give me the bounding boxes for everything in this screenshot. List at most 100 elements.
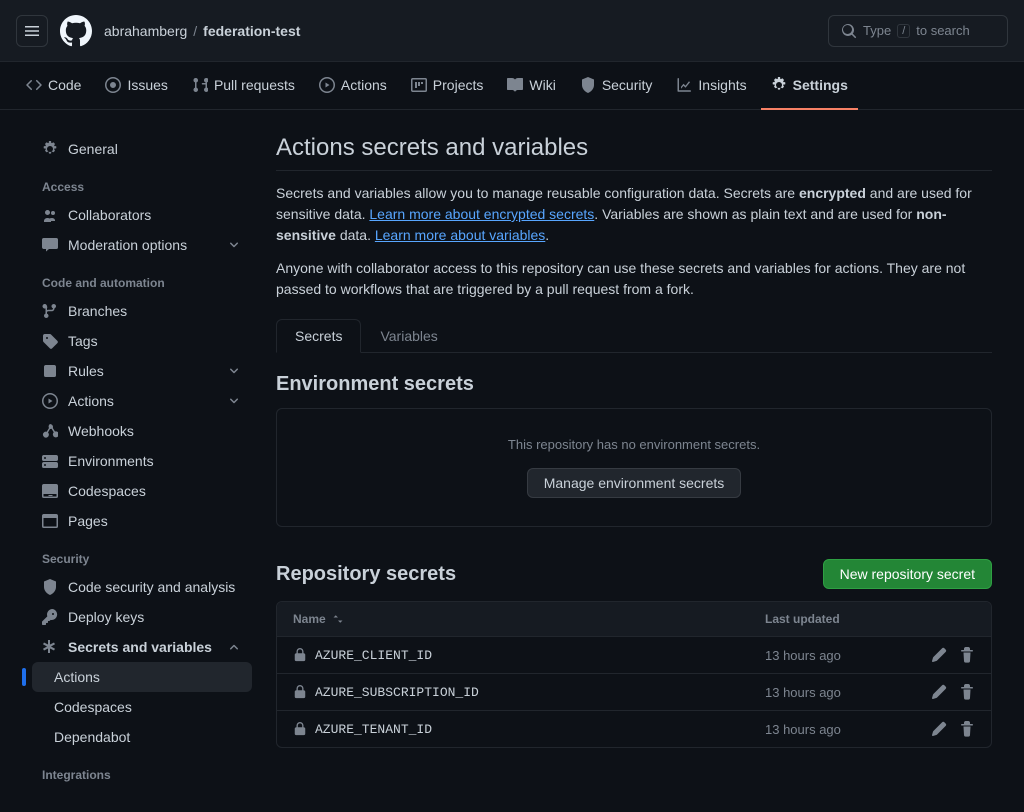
menu-icon: [24, 23, 40, 39]
gear-icon: [771, 77, 787, 93]
tag-icon: [42, 333, 58, 349]
tab-pull-requests[interactable]: Pull requests: [182, 62, 305, 110]
menu-button[interactable]: [16, 15, 48, 47]
link-encrypted-secrets[interactable]: Learn more about encrypted secrets: [369, 206, 594, 222]
sidebar-item-collaborators[interactable]: Collaborators: [32, 200, 252, 230]
breadcrumb-repo[interactable]: federation-test: [203, 23, 300, 39]
sidebar-item-general[interactable]: General: [32, 134, 252, 164]
col-name[interactable]: Name: [293, 612, 765, 626]
shield-icon: [42, 579, 58, 595]
secret-updated: 13 hours ago: [765, 722, 905, 737]
lock-icon: [293, 685, 307, 699]
sidebar-item-secrets-variables[interactable]: Secrets and variables: [32, 632, 252, 662]
tab-wiki[interactable]: Wiki: [497, 62, 565, 110]
chevron-down-icon: [226, 363, 242, 379]
settings-sidebar: General Access Collaborators Moderation …: [32, 134, 252, 788]
sidebar-item-environments[interactable]: Environments: [32, 446, 252, 476]
page-title: Actions secrets and variables: [276, 134, 992, 162]
shield-icon: [580, 77, 596, 93]
project-icon: [411, 77, 427, 93]
sidebar-item-actions[interactable]: Actions: [32, 386, 252, 416]
col-updated: Last updated: [765, 612, 905, 626]
sidebar-subitem-codespaces[interactable]: Codespaces: [32, 692, 252, 722]
secret-updated: 13 hours ago: [765, 685, 905, 700]
repo-nav: Code Issues Pull requests Actions Projec…: [0, 62, 1024, 110]
edit-secret-button[interactable]: [931, 684, 947, 700]
page-description-2: Anyone with collaborator access to this …: [276, 258, 992, 300]
sidebar-item-code-security[interactable]: Code security and analysis: [32, 572, 252, 602]
secret-name: AZURE_CLIENT_ID: [293, 648, 765, 663]
book-icon: [507, 77, 523, 93]
delete-secret-button[interactable]: [959, 721, 975, 737]
sort-icon: [332, 613, 344, 625]
tab-projects[interactable]: Projects: [401, 62, 494, 110]
table-row: AZURE_TENANT_ID 13 hours ago: [277, 710, 991, 747]
sidebar-item-tags[interactable]: Tags: [32, 326, 252, 356]
sidebar-item-branches[interactable]: Branches: [32, 296, 252, 326]
tab-settings[interactable]: Settings: [761, 62, 858, 110]
delete-secret-button[interactable]: [959, 647, 975, 663]
tab-actions[interactable]: Actions: [309, 62, 397, 110]
edit-secret-button[interactable]: [931, 721, 947, 737]
sidebar-subitem-dependabot[interactable]: Dependabot: [32, 722, 252, 752]
sidebar-item-codespaces[interactable]: Codespaces: [32, 476, 252, 506]
key-icon: [42, 609, 58, 625]
sidebar-group-security: Security: [32, 536, 252, 572]
lock-icon: [293, 722, 307, 736]
global-header: abrahamberg / federation-test Type / to …: [0, 0, 1024, 62]
asterisk-icon: [42, 639, 58, 655]
graph-icon: [676, 77, 692, 93]
lock-icon: [293, 648, 307, 662]
sidebar-item-pages[interactable]: Pages: [32, 506, 252, 536]
sidebar-item-rules[interactable]: Rules: [32, 356, 252, 386]
sidebar-item-deploy-keys[interactable]: Deploy keys: [32, 602, 252, 632]
gear-icon: [42, 141, 58, 157]
env-empty-text: This repository has no environment secre…: [305, 437, 963, 452]
table-row: AZURE_CLIENT_ID 13 hours ago: [277, 637, 991, 673]
branch-icon: [42, 303, 58, 319]
webhook-icon: [42, 423, 58, 439]
people-icon: [42, 207, 58, 223]
sidebar-subitem-actions[interactable]: Actions: [32, 662, 252, 692]
play-icon: [319, 77, 335, 93]
sidebar-item-moderation[interactable]: Moderation options: [32, 230, 252, 260]
comment-icon: [42, 237, 58, 253]
pr-icon: [192, 77, 208, 93]
code-icon: [26, 77, 42, 93]
tab-issues[interactable]: Issues: [95, 62, 177, 110]
repository-secrets-title: Repository secrets: [276, 563, 456, 586]
tab-security[interactable]: Security: [570, 62, 663, 110]
secret-updated: 13 hours ago: [765, 648, 905, 663]
tab-insights[interactable]: Insights: [666, 62, 756, 110]
table-header: Name Last updated: [277, 602, 991, 637]
issue-icon: [105, 77, 121, 93]
github-logo-icon[interactable]: [60, 15, 92, 47]
page-description-1: Secrets and variables allow you to manag…: [276, 183, 992, 246]
manage-environment-secrets-button[interactable]: Manage environment secrets: [527, 468, 742, 498]
breadcrumb: abrahamberg / federation-test: [104, 23, 300, 39]
chevron-down-icon: [226, 393, 242, 409]
new-repository-secret-button[interactable]: New repository secret: [823, 559, 992, 589]
link-variables[interactable]: Learn more about variables: [375, 227, 545, 243]
edit-secret-button[interactable]: [931, 647, 947, 663]
secret-name: AZURE_SUBSCRIPTION_ID: [293, 685, 765, 700]
environment-secrets-title: Environment secrets: [276, 373, 992, 396]
subtab-secrets[interactable]: Secrets: [276, 319, 361, 353]
server-icon: [42, 453, 58, 469]
subtab-variables[interactable]: Variables: [361, 319, 456, 353]
sidebar-group-access: Access: [32, 164, 252, 200]
search-icon: [841, 23, 857, 39]
browser-icon: [42, 513, 58, 529]
secret-name: AZURE_TENANT_ID: [293, 722, 765, 737]
repository-secrets-table: Name Last updated AZURE_CLIENT_ID 13 hou…: [276, 601, 992, 748]
search-input[interactable]: Type / to search: [828, 15, 1008, 47]
main-content: Actions secrets and variables Secrets an…: [276, 134, 992, 788]
breadcrumb-owner[interactable]: abrahamberg: [104, 23, 187, 39]
tab-code[interactable]: Code: [16, 62, 91, 110]
chevron-down-icon: [226, 639, 242, 655]
sidebar-item-webhooks[interactable]: Webhooks: [32, 416, 252, 446]
table-row: AZURE_SUBSCRIPTION_ID 13 hours ago: [277, 673, 991, 710]
chevron-down-icon: [226, 237, 242, 253]
environment-secrets-box: This repository has no environment secre…: [276, 408, 992, 527]
delete-secret-button[interactable]: [959, 684, 975, 700]
